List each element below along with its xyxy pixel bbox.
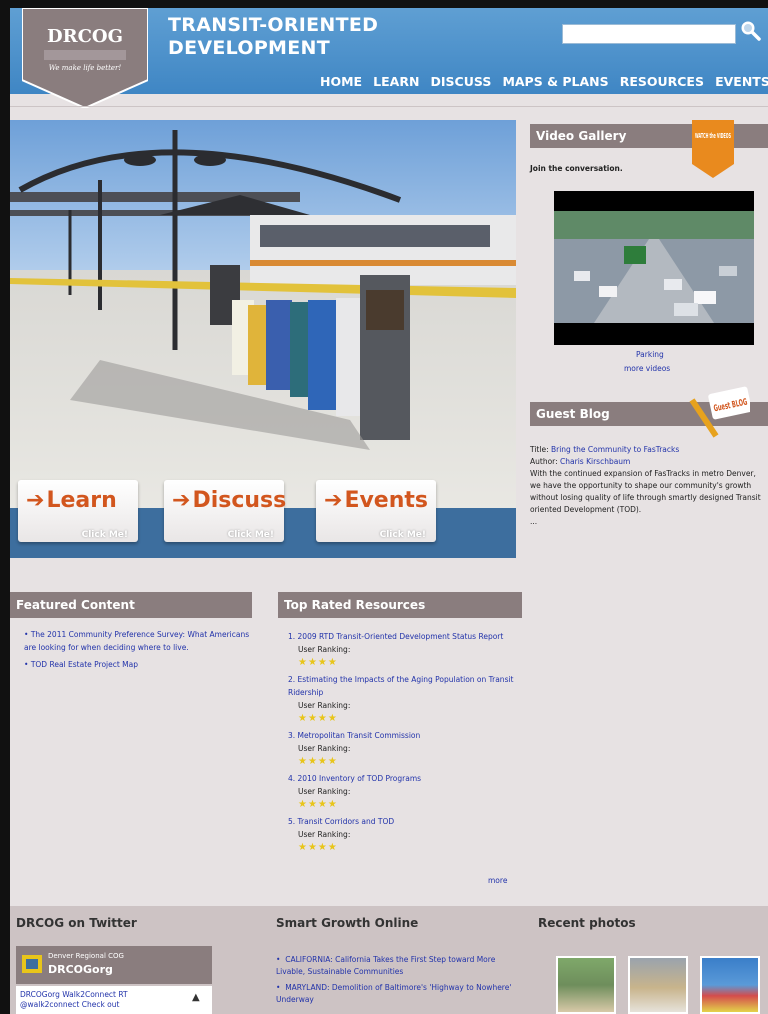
watch-videos-badge[interactable]: WATCH the VIDEOS bbox=[692, 120, 734, 178]
bullet-icon: • bbox=[24, 660, 31, 669]
star-rating-icon: ★★★★ bbox=[298, 842, 338, 853]
twitter-handle[interactable]: DRCOGorg bbox=[48, 963, 113, 976]
recent-photo-1[interactable] bbox=[556, 956, 616, 1014]
guest-blog-body: Title: Bring the Community to FasTracks … bbox=[530, 444, 768, 528]
list-item[interactable]: • MARYLAND: Demolition of Baltimore's 'H… bbox=[276, 982, 516, 1006]
logo-text: DRCOG bbox=[47, 26, 123, 47]
main-nav: HOME LEARN DISCUSS MAPS & PLANS RESOURCE… bbox=[320, 71, 768, 90]
tweet-text[interactable]: DRCOGorg Walk2Connect RT @walk2connect C… bbox=[20, 990, 180, 1010]
nav-discuss[interactable]: DISCUSS bbox=[431, 74, 492, 89]
video-caption-link[interactable]: Parking bbox=[636, 350, 664, 359]
star-rating-icon: ★★★★ bbox=[298, 799, 338, 810]
smart-growth-heading: Smart Growth Online bbox=[276, 916, 419, 930]
site-title-line2: DEVELOPMENT bbox=[168, 37, 330, 59]
ranking-label: User Ranking: bbox=[298, 701, 351, 710]
nav-resources[interactable]: RESOURCES bbox=[620, 74, 704, 89]
star-rating-icon: ★★★★ bbox=[298, 756, 338, 767]
list-item: 3. Metropolitan Transit Commission User … bbox=[288, 729, 520, 768]
ranking-label: User Ranking: bbox=[298, 787, 351, 796]
smart-growth-list: • CALIFORNIA: California Takes the First… bbox=[276, 954, 516, 1006]
search-input[interactable] bbox=[562, 24, 736, 44]
resource-link-4[interactable]: 4. 2010 Inventory of TOD Programs bbox=[288, 772, 520, 785]
learn-button[interactable]: ➔Learn Click Me! bbox=[18, 480, 138, 542]
arrow-right-icon: ➔ bbox=[324, 488, 343, 513]
resource-link-3[interactable]: 3. Metropolitan Transit Commission bbox=[288, 729, 520, 742]
site-title-line1: TRANSIT-ORIENTED bbox=[168, 14, 379, 36]
list-item: 1. 2009 RTD Transit-Oriented Development… bbox=[288, 630, 520, 669]
list-item[interactable]: • The 2011 Community Preference Survey: … bbox=[24, 628, 252, 654]
list-item: 4. 2010 Inventory of TOD Programs User R… bbox=[288, 772, 520, 811]
ranking-label: User Ranking: bbox=[298, 645, 351, 654]
arrow-right-icon: ➔ bbox=[172, 488, 191, 513]
search-icon[interactable] bbox=[738, 18, 762, 42]
video-intro: Join the conversation. bbox=[530, 164, 623, 173]
post-author-link[interactable]: Charis Kirschbaum bbox=[560, 457, 630, 466]
discuss-click-me: Click Me! bbox=[227, 530, 274, 540]
smart-growth-item-1[interactable]: CALIFORNIA: California Takes the First S… bbox=[276, 955, 495, 976]
logo-tagline: We make life better! bbox=[49, 64, 122, 72]
discuss-button-label: Discuss bbox=[192, 488, 287, 513]
scroll-up-icon[interactable]: ▲ bbox=[192, 992, 200, 1003]
top-rated-list: 1. 2009 RTD Transit-Oriented Development… bbox=[288, 630, 520, 854]
watch-badge-text: WATCH the VIDEOS bbox=[695, 132, 731, 140]
more-resources-link[interactable]: more bbox=[488, 876, 507, 885]
list-item: 2. Estimating the Impacts of the Aging P… bbox=[288, 673, 520, 725]
post-author-label: Author: bbox=[530, 457, 561, 466]
top-rated-heading: Top Rated Resources bbox=[278, 592, 522, 618]
resource-link-5[interactable]: 5. Transit Corridors and TOD bbox=[288, 815, 520, 828]
nav-learn[interactable]: LEARN bbox=[373, 74, 419, 89]
events-button-label: Events bbox=[344, 488, 429, 513]
site-header: DRCOG We make life better! TRANSIT-ORIEN… bbox=[10, 8, 768, 108]
page: DRCOG We make life better! TRANSIT-ORIEN… bbox=[10, 8, 768, 1014]
discuss-button[interactable]: ➔Discuss Click Me! bbox=[164, 480, 287, 542]
site-title[interactable]: TRANSIT-ORIENTED DEVELOPMENT bbox=[168, 14, 378, 60]
twitter-org-name: Denver Regional COG bbox=[48, 952, 124, 960]
bullet-icon: • bbox=[276, 983, 286, 992]
ranking-label: User Ranking: bbox=[298, 830, 351, 839]
resource-link-2[interactable]: 2. Estimating the Impacts of the Aging P… bbox=[288, 673, 520, 699]
more-videos-link[interactable]: more videos bbox=[624, 364, 670, 373]
arrow-right-icon: ➔ bbox=[26, 488, 45, 513]
learn-button-label: Learn bbox=[46, 488, 117, 513]
guest-blog-badge[interactable]: Guest BLOG bbox=[686, 386, 750, 444]
resource-link-1[interactable]: 1. 2009 RTD Transit-Oriented Development… bbox=[288, 630, 520, 643]
list-item[interactable]: • CALIFORNIA: California Takes the First… bbox=[276, 954, 516, 978]
featured-content-heading: Featured Content bbox=[10, 592, 252, 618]
twitter-widget-header: Denver Regional COG DRCOGorg bbox=[16, 946, 212, 984]
featured-item-map[interactable]: TOD Real Estate Project Map bbox=[31, 660, 138, 669]
bullet-icon: • bbox=[276, 955, 286, 964]
list-item[interactable]: • TOD Real Estate Project Map bbox=[24, 658, 252, 671]
featured-list: • The 2011 Community Preference Survey: … bbox=[24, 628, 252, 671]
footer: DRCOG on Twitter Denver Regional COG DRC… bbox=[10, 906, 768, 1014]
recent-photos-heading: Recent photos bbox=[538, 916, 636, 930]
video-thumbnail[interactable] bbox=[554, 191, 754, 345]
drcog-avatar-icon bbox=[22, 955, 42, 973]
nav-home[interactable]: HOME bbox=[320, 74, 362, 89]
learn-click-me: Click Me! bbox=[81, 530, 128, 540]
tweet-box: DRCOGorg Walk2Connect RT @walk2connect C… bbox=[16, 986, 212, 1014]
events-button[interactable]: ➔Events Click Me! bbox=[316, 480, 436, 542]
star-rating-icon: ★★★★ bbox=[298, 713, 338, 724]
drcog-logo[interactable]: DRCOG We make life better! bbox=[22, 8, 148, 108]
header-divider bbox=[10, 106, 768, 107]
post-ellipsis: ... bbox=[530, 517, 538, 526]
twitter-heading: DRCOG on Twitter bbox=[16, 916, 137, 930]
events-click-me: Click Me! bbox=[379, 530, 426, 540]
list-item: 5. Transit Corridors and TOD User Rankin… bbox=[288, 815, 520, 854]
nav-maps-plans[interactable]: MAPS & PLANS bbox=[502, 74, 608, 89]
recent-photo-2[interactable] bbox=[628, 956, 688, 1014]
star-rating-icon: ★★★★ bbox=[298, 657, 338, 668]
bullet-icon: • bbox=[24, 630, 31, 639]
post-excerpt: With the continued expansion of FasTrack… bbox=[530, 469, 761, 514]
recent-photo-3[interactable] bbox=[700, 956, 760, 1014]
featured-item-survey[interactable]: The 2011 Community Preference Survey: Wh… bbox=[24, 630, 249, 652]
post-title-label: Title: bbox=[530, 445, 551, 454]
nav-events[interactable]: EVENTS bbox=[715, 74, 768, 89]
post-title-link[interactable]: Bring the Community to FasTracks bbox=[551, 445, 679, 454]
smart-growth-item-2[interactable]: MARYLAND: Demolition of Baltimore's 'Hig… bbox=[276, 983, 511, 1004]
ranking-label: User Ranking: bbox=[298, 744, 351, 753]
